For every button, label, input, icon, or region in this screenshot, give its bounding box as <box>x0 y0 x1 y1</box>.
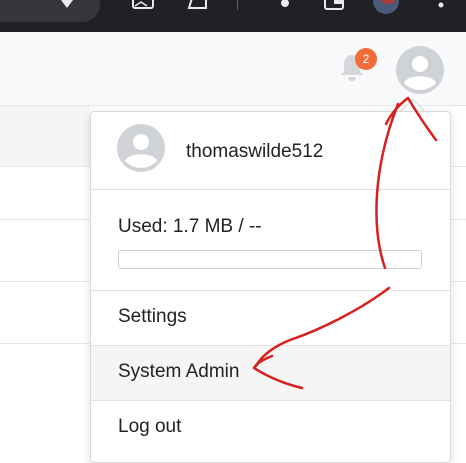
menu-item-label: System Admin <box>118 361 240 382</box>
usage-label: Used: 1.7 MB / -- <box>118 216 262 237</box>
menu-item-log-out[interactable]: Log out <box>91 401 450 461</box>
toolbar-divider <box>237 0 238 10</box>
browser-profile-avatar[interactable] <box>373 0 399 14</box>
username: thomaswilde512 <box>186 141 324 162</box>
extension-icon[interactable] <box>186 0 210 12</box>
menu-item-label: Log out <box>118 416 182 437</box>
notification-badge: 2 <box>355 48 377 70</box>
address-bar[interactable] <box>0 0 100 22</box>
user-avatar-button[interactable] <box>396 46 444 94</box>
menu-item-label: Settings <box>118 306 187 327</box>
extension-icon[interactable] <box>277 0 293 10</box>
browser-toolbar <box>0 0 466 32</box>
extension-icon[interactable] <box>130 0 158 12</box>
extension-icon[interactable] <box>322 0 346 12</box>
menu-item-settings[interactable]: Settings <box>91 291 450 346</box>
user-dropdown-menu: thomaswilde512 Used: 1.7 MB / -- Setting… <box>90 111 451 463</box>
usage-progress-bar <box>118 250 422 269</box>
star-icon[interactable] <box>57 0 77 10</box>
avatar-icon <box>117 124 165 172</box>
more-vert-icon[interactable] <box>436 0 446 12</box>
storage-usage: Used: 1.7 MB / -- <box>91 190 450 291</box>
page-background <box>0 106 90 166</box>
menu-item-system-admin[interactable]: System Admin <box>91 346 450 401</box>
user-info: thomaswilde512 <box>91 112 450 190</box>
